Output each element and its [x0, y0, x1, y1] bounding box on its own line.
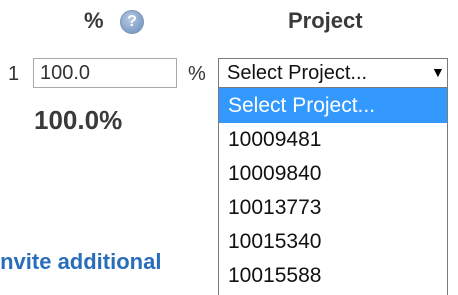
project-option[interactable]: 10015340	[219, 225, 447, 259]
percent-input[interactable]	[33, 58, 177, 88]
project-option[interactable]: 10009840	[219, 157, 447, 191]
percent-suffix: %	[188, 63, 206, 85]
project-select[interactable]: Select Project... ▼	[218, 58, 448, 88]
project-option[interactable]: Select Project...	[219, 88, 447, 123]
total-percent: 100.0%	[34, 105, 123, 135]
project-option[interactable]: 10009481	[219, 123, 447, 157]
row-number: 1	[8, 63, 20, 85]
project-option[interactable]: 10015588	[219, 259, 447, 293]
invite-additional-link[interactable]: Invite additional	[0, 249, 161, 275]
project-select-value: Select Project...	[227, 62, 368, 84]
project-dropdown-list: Select Project... 10009481 10009840 1001…	[218, 88, 448, 295]
question-mark-icon[interactable]: ?	[120, 10, 144, 34]
chevron-down-icon: ▼	[431, 64, 445, 80]
project-column-header: Project	[288, 8, 363, 33]
percent-column-header: %	[84, 8, 104, 33]
project-option[interactable]: 10013773	[219, 191, 447, 225]
